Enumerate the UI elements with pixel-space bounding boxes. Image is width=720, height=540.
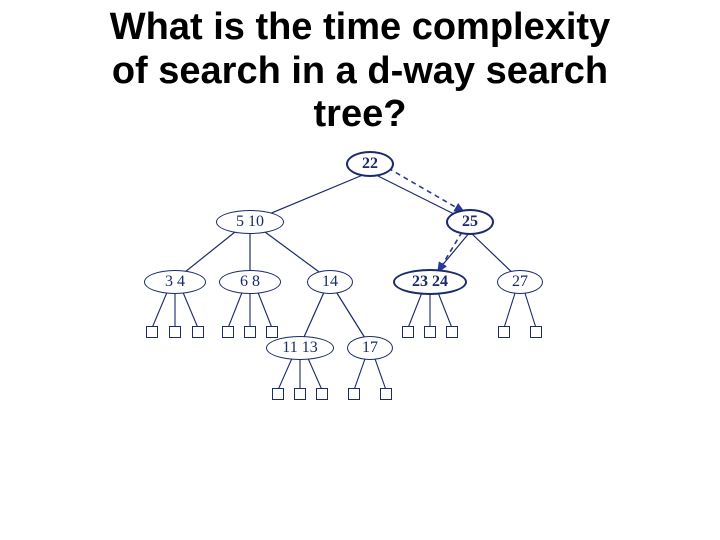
leaf-square [272, 388, 284, 400]
leaf-square [446, 326, 458, 338]
tree-node-root: 22 [346, 151, 394, 177]
leaf-square [348, 388, 360, 400]
tree-node-17: 17 [347, 336, 393, 360]
leaf-square [266, 326, 278, 338]
leaf-square [192, 326, 204, 338]
leaf-square [402, 326, 414, 338]
slide-title: What is the time complexity of search in… [0, 0, 720, 137]
leaf-square [294, 388, 306, 400]
tree-node-23-24: 23 24 [393, 269, 467, 295]
leaf-square [222, 326, 234, 338]
leaf-square [244, 326, 256, 338]
tree-diagram: 22 5 10 25 3 4 6 8 14 23 24 27 11 13 17 [140, 150, 600, 450]
tree-node-5-10: 5 10 [216, 210, 284, 234]
tree-node-25: 25 [446, 209, 494, 235]
tree-node-14: 14 [307, 270, 353, 294]
tree-node-3-4: 3 4 [144, 270, 206, 294]
tree-edges [140, 150, 600, 450]
leaf-square [498, 326, 510, 338]
leaf-square [316, 388, 328, 400]
tree-node-27: 27 [497, 270, 543, 294]
title-line-3: tree? [314, 93, 407, 135]
leaf-square [146, 326, 158, 338]
tree-node-11-13: 11 13 [266, 336, 334, 360]
tree-node-6-8: 6 8 [219, 270, 281, 294]
title-line-1: What is the time complexity [110, 6, 610, 48]
leaf-square [380, 388, 392, 400]
leaf-square [530, 326, 542, 338]
leaf-square [169, 326, 181, 338]
leaf-square [424, 326, 436, 338]
title-line-2: of search in a d-way search [112, 50, 608, 92]
